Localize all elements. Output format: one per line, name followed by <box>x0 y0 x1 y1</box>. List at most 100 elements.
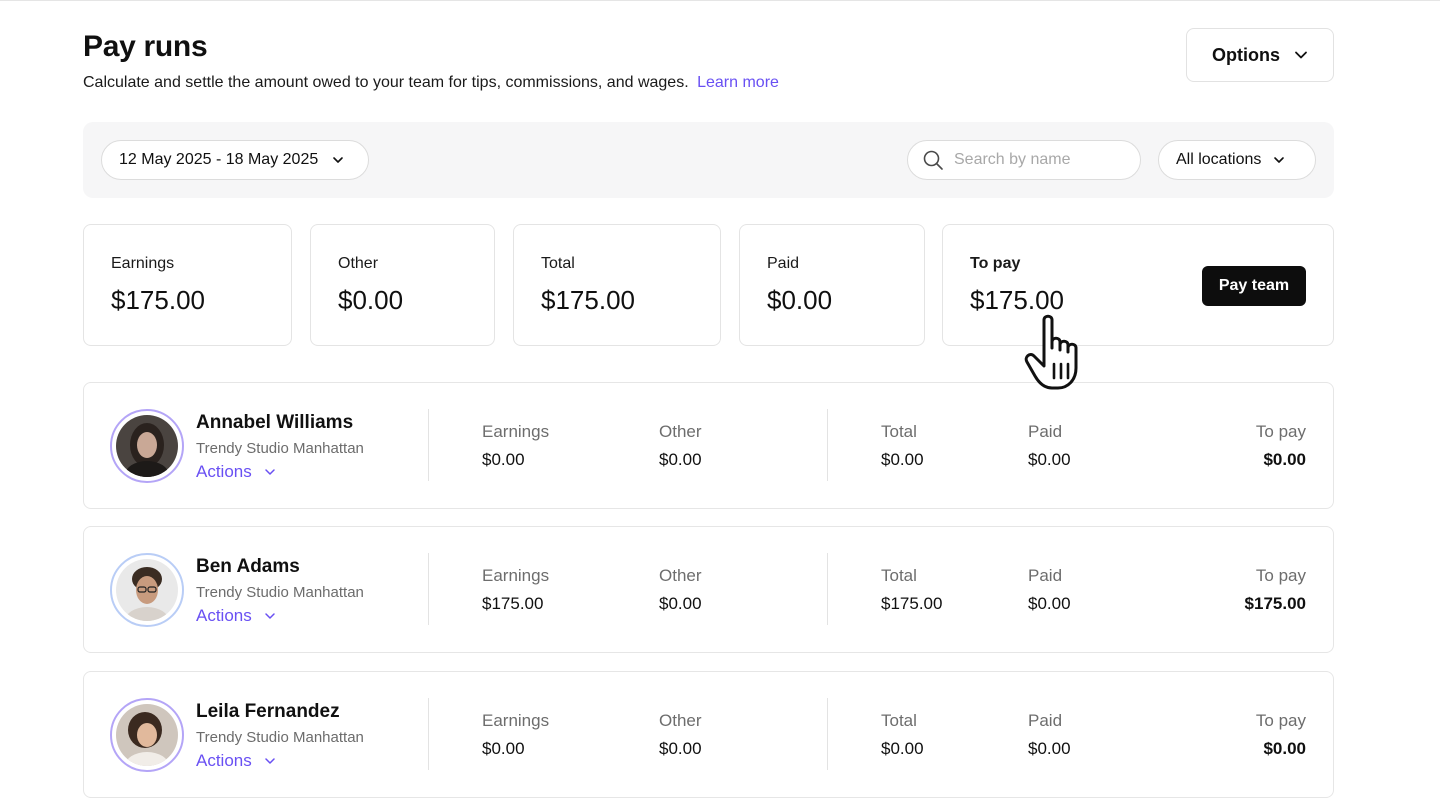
pay-team-button[interactable]: Pay team <box>1202 266 1306 306</box>
divider <box>428 409 429 481</box>
paid-label: Paid <box>1028 566 1063 585</box>
divider <box>428 698 429 770</box>
date-range-picker[interactable]: 12 May 2025 - 18 May 2025 <box>101 140 369 180</box>
other-card: Other $0.00 <box>310 224 495 346</box>
paid-value: $0.00 <box>1028 450 1071 469</box>
other-column: Other $0.00 <box>659 566 702 614</box>
earnings-label: Earnings <box>111 255 175 272</box>
earnings-column: Earnings $0.00 <box>482 711 549 759</box>
other-label: Other <box>659 566 702 585</box>
member-name: Leila Fernandez <box>196 701 340 722</box>
search-input[interactable] <box>954 151 1124 169</box>
earnings-label: Earnings <box>482 566 550 585</box>
earnings-value: $175.00 <box>111 285 205 315</box>
other-label: Other <box>659 422 702 441</box>
other-value: $0.00 <box>659 450 702 469</box>
paid-label: Paid <box>1028 711 1063 730</box>
subtitle-text: Calculate and settle the amount owed to … <box>83 74 689 91</box>
total-value: $0.00 <box>881 739 924 758</box>
earnings-value: $175.00 <box>482 594 544 613</box>
team-member-row[interactable]: Leila Fernandez Trendy Studio Manhattan … <box>83 671 1334 798</box>
actions-label: Actions <box>196 462 252 481</box>
paid-card: Paid $0.00 <box>739 224 925 346</box>
divider <box>827 698 828 770</box>
options-label: Options <box>1212 44 1280 65</box>
learn-more-link[interactable]: Learn more <box>697 74 779 91</box>
earnings-column: Earnings $0.00 <box>482 422 549 470</box>
to-pay-value: $0.00 <box>1263 450 1306 469</box>
other-value: $0.00 <box>338 285 404 315</box>
to-pay-card: To pay $175.00 Pay team <box>942 224 1334 346</box>
actions-dropdown[interactable]: Actions <box>196 606 276 626</box>
paid-column: Paid $0.00 <box>1028 422 1071 470</box>
total-card: Total $175.00 <box>513 224 721 346</box>
chevron-down-icon <box>265 758 275 764</box>
search-box[interactable] <box>907 140 1141 180</box>
other-label: Other <box>338 255 379 272</box>
page-subtitle: Calculate and settle the amount owed to … <box>83 74 779 92</box>
member-location: Trendy Studio Manhattan <box>196 440 364 457</box>
to-pay-value: $175.00 <box>970 285 1064 315</box>
actions-label: Actions <box>196 606 252 625</box>
member-location: Trendy Studio Manhattan <box>196 584 364 601</box>
to-pay-label: To pay <box>1255 422 1306 441</box>
paid-column: Paid $0.00 <box>1028 711 1071 759</box>
to-pay-column: To pay $0.00 <box>1256 711 1306 759</box>
divider <box>827 409 828 481</box>
member-name: Ben Adams <box>196 556 300 577</box>
paid-column: Paid $0.00 <box>1028 566 1071 614</box>
earnings-value: $0.00 <box>482 739 525 758</box>
earnings-card: Earnings $175.00 <box>83 224 292 346</box>
total-label: Total <box>881 422 917 441</box>
paid-value: $0.00 <box>1028 594 1071 613</box>
paid-label: Paid <box>767 255 800 272</box>
total-label: Total <box>881 566 917 585</box>
top-border <box>0 0 1440 1</box>
total-column: Total $0.00 <box>881 711 924 759</box>
avatar <box>110 553 184 627</box>
member-name: Annabel Williams <box>196 412 354 433</box>
avatar <box>110 409 184 483</box>
divider <box>827 553 828 625</box>
search-icon <box>923 150 943 170</box>
filter-bar: 12 May 2025 - 18 May 2025 All locations <box>83 122 1334 198</box>
earnings-value: $0.00 <box>482 450 525 469</box>
chevron-down-icon <box>333 157 344 163</box>
chevron-down-icon <box>1274 157 1285 163</box>
total-label: Total <box>541 255 575 272</box>
avatar <box>110 698 184 772</box>
location-label: All locations <box>1176 151 1262 168</box>
other-column: Other $0.00 <box>659 711 702 759</box>
total-column: Total $0.00 <box>881 422 924 470</box>
other-label: Other <box>659 711 702 730</box>
total-label: Total <box>881 711 917 730</box>
location-dropdown[interactable]: All locations <box>1158 140 1316 180</box>
to-pay-label: To pay <box>970 255 1021 272</box>
total-value: $175.00 <box>881 594 943 613</box>
paid-value: $0.00 <box>1028 739 1071 758</box>
earnings-label: Earnings <box>482 711 550 730</box>
paid-value: $0.00 <box>767 285 833 315</box>
options-button[interactable]: Options <box>1186 28 1334 82</box>
other-value: $0.00 <box>659 739 702 758</box>
chevron-down-icon <box>265 613 275 619</box>
team-member-row[interactable]: Annabel Williams Trendy Studio Manhattan… <box>83 382 1334 509</box>
total-value: $175.00 <box>541 285 635 315</box>
chevron-down-icon <box>265 469 275 475</box>
to-pay-column: To pay $175.00 <box>1245 566 1306 614</box>
to-pay-value: $175.00 <box>1244 594 1306 613</box>
paid-label: Paid <box>1028 422 1063 441</box>
total-value: $0.00 <box>881 450 924 469</box>
actions-dropdown[interactable]: Actions <box>196 751 276 771</box>
actions-dropdown[interactable]: Actions <box>196 462 276 482</box>
to-pay-column: To pay $0.00 <box>1256 422 1306 470</box>
chevron-down-icon <box>1295 51 1307 59</box>
divider <box>428 553 429 625</box>
date-range-label: 12 May 2025 - 18 May 2025 <box>119 151 319 168</box>
member-location: Trendy Studio Manhattan <box>196 729 364 746</box>
earnings-label: Earnings <box>482 422 550 441</box>
to-pay-value: $0.00 <box>1263 739 1306 758</box>
to-pay-label: To pay <box>1255 566 1306 585</box>
total-column: Total $175.00 <box>881 566 942 614</box>
team-member-row[interactable]: Ben Adams Trendy Studio Manhattan Action… <box>83 526 1334 653</box>
